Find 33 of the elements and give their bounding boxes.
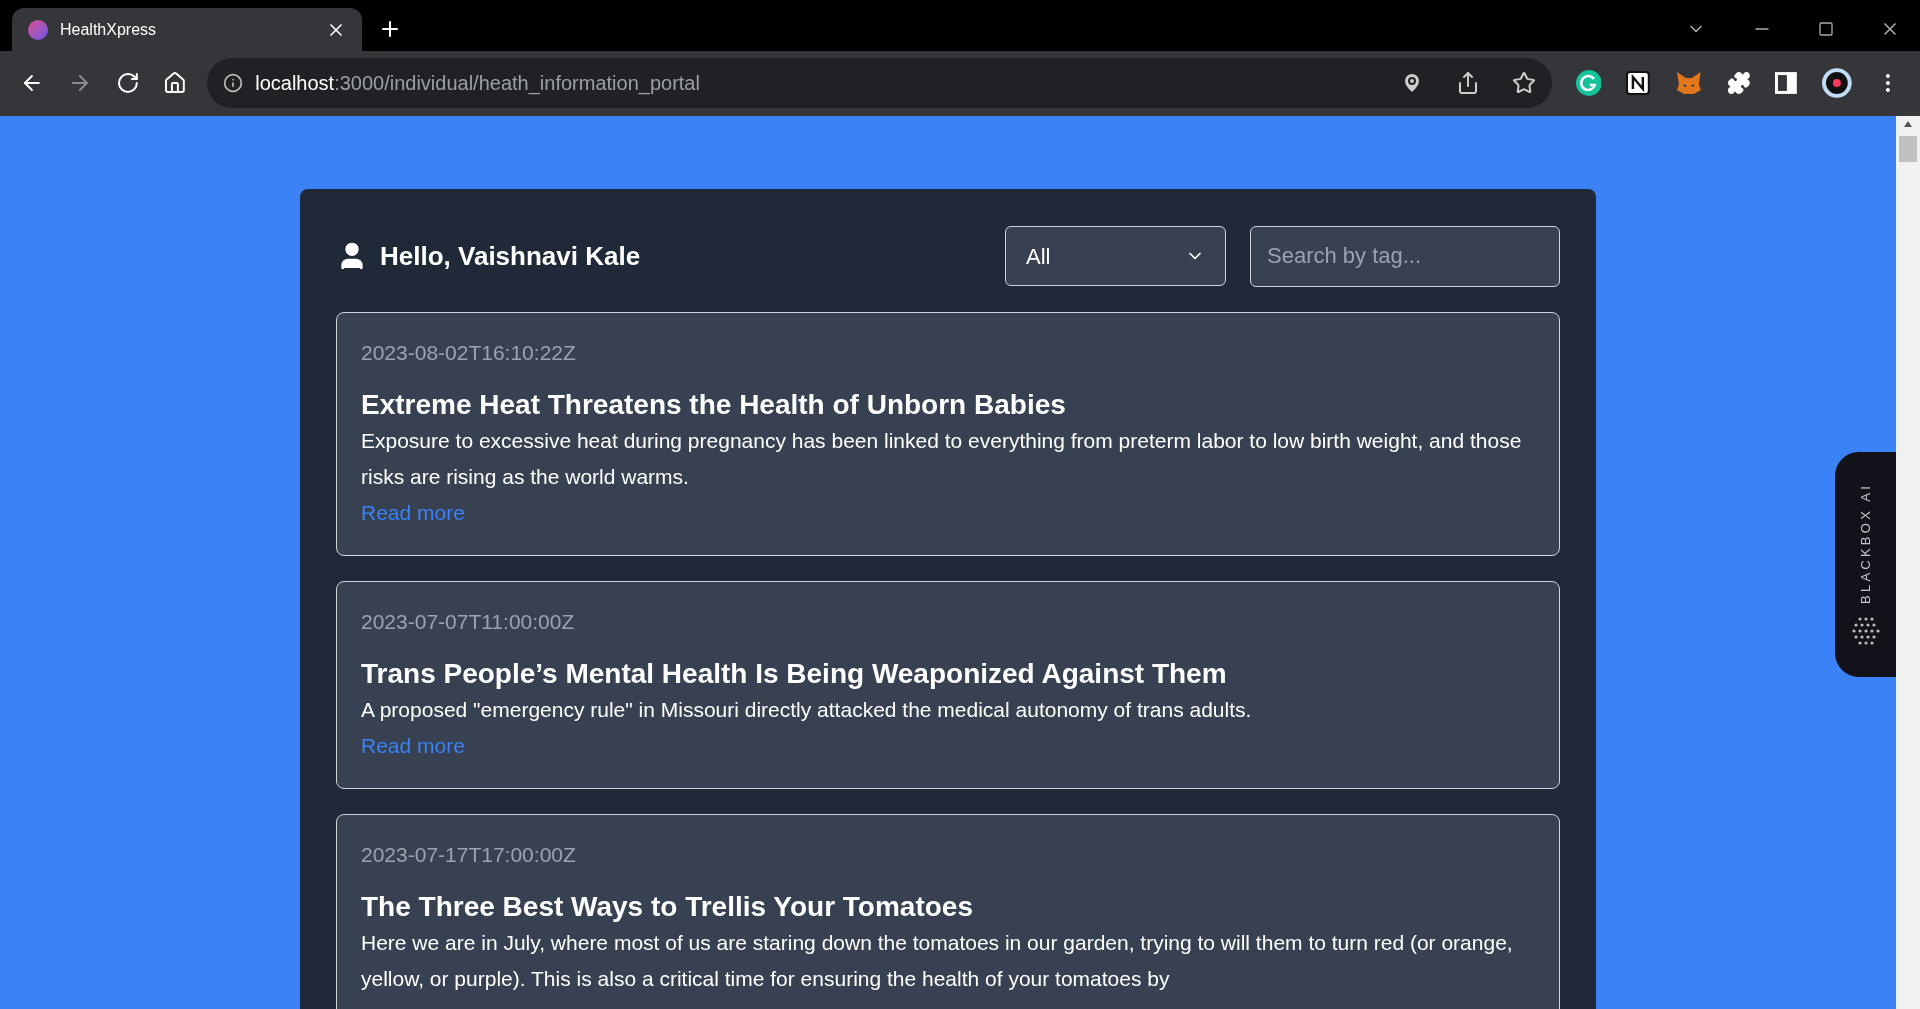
- article-summary: Exposure to excessive heat during pregnancy has been linked to everything from preterm labor to low birth weight, and those risks are rising as the world warms.: [361, 428, 1523, 490]
- article-date: 2023-08-02T16:10:22Z: [361, 340, 577, 366]
- url-text: localhost:3000/individual/heath_information_portal: [255, 70, 701, 97]
- article-title: The Three Best Ways to Trellis Your Tomatoes: [361, 890, 974, 924]
- extensions-icon[interactable]: [1726, 70, 1751, 95]
- side-panel-icon[interactable]: [1774, 71, 1797, 94]
- article-title: Extreme Heat Threatens the Health of Unborn Babies: [361, 388, 1067, 422]
- restore-icon[interactable]: [1818, 21, 1834, 37]
- article-summary: A proposed "emergency rule" in Missouri directly attacked the medical autonomy of trans adults.: [361, 697, 1253, 723]
- profile-avatar-icon[interactable]: [1820, 66, 1853, 99]
- site-info-icon[interactable]: [223, 72, 244, 93]
- article-title: Trans People’s Mental Health Is Being Weaponized Against Them: [361, 657, 1228, 691]
- article-date: 2023-07-17T17:00:00Z: [361, 842, 577, 868]
- extension-cube-icon[interactable]: [1625, 69, 1652, 96]
- greeting-heading: Hello, Vaishnavi Kale: [380, 239, 642, 273]
- browser-tab[interactable]: HealthXpress: [12, 8, 362, 51]
- bookmark-star-icon[interactable]: [1511, 70, 1536, 95]
- home-icon[interactable]: [163, 70, 188, 95]
- tab-title: HealthXpress: [60, 19, 158, 40]
- tag-search-field[interactable]: Search by tag...: [1250, 225, 1560, 287]
- widget-label: BLACKBOX AI: [1856, 483, 1874, 604]
- site-favicon: [28, 19, 48, 40]
- scroll-up-icon[interactable]: [1903, 120, 1913, 128]
- reload-icon[interactable]: [115, 70, 140, 95]
- dots-logo-icon: [1850, 616, 1881, 646]
- extension-circle-icon[interactable]: [1575, 69, 1602, 96]
- scrollbar-thumb[interactable]: [1899, 136, 1917, 162]
- address-bar[interactable]: localhost:3000/individual/heath_information_portal: [207, 57, 1552, 108]
- article-summary: Here we are in July, where most of us are staring down the tomatoes in our garden, trying to will them to turn red (or orange, yellow, or purple). This is also a critical time for ensuring the health of your tomatoes by: [361, 930, 1514, 992]
- article-date: 2023-07-07T11:00:00Z: [361, 609, 576, 635]
- fox-icon[interactable]: [1675, 69, 1703, 96]
- blackbox-side-widget[interactable]: BLACKBOX AI: [1835, 452, 1896, 677]
- filter-select[interactable]: All: [1005, 226, 1226, 286]
